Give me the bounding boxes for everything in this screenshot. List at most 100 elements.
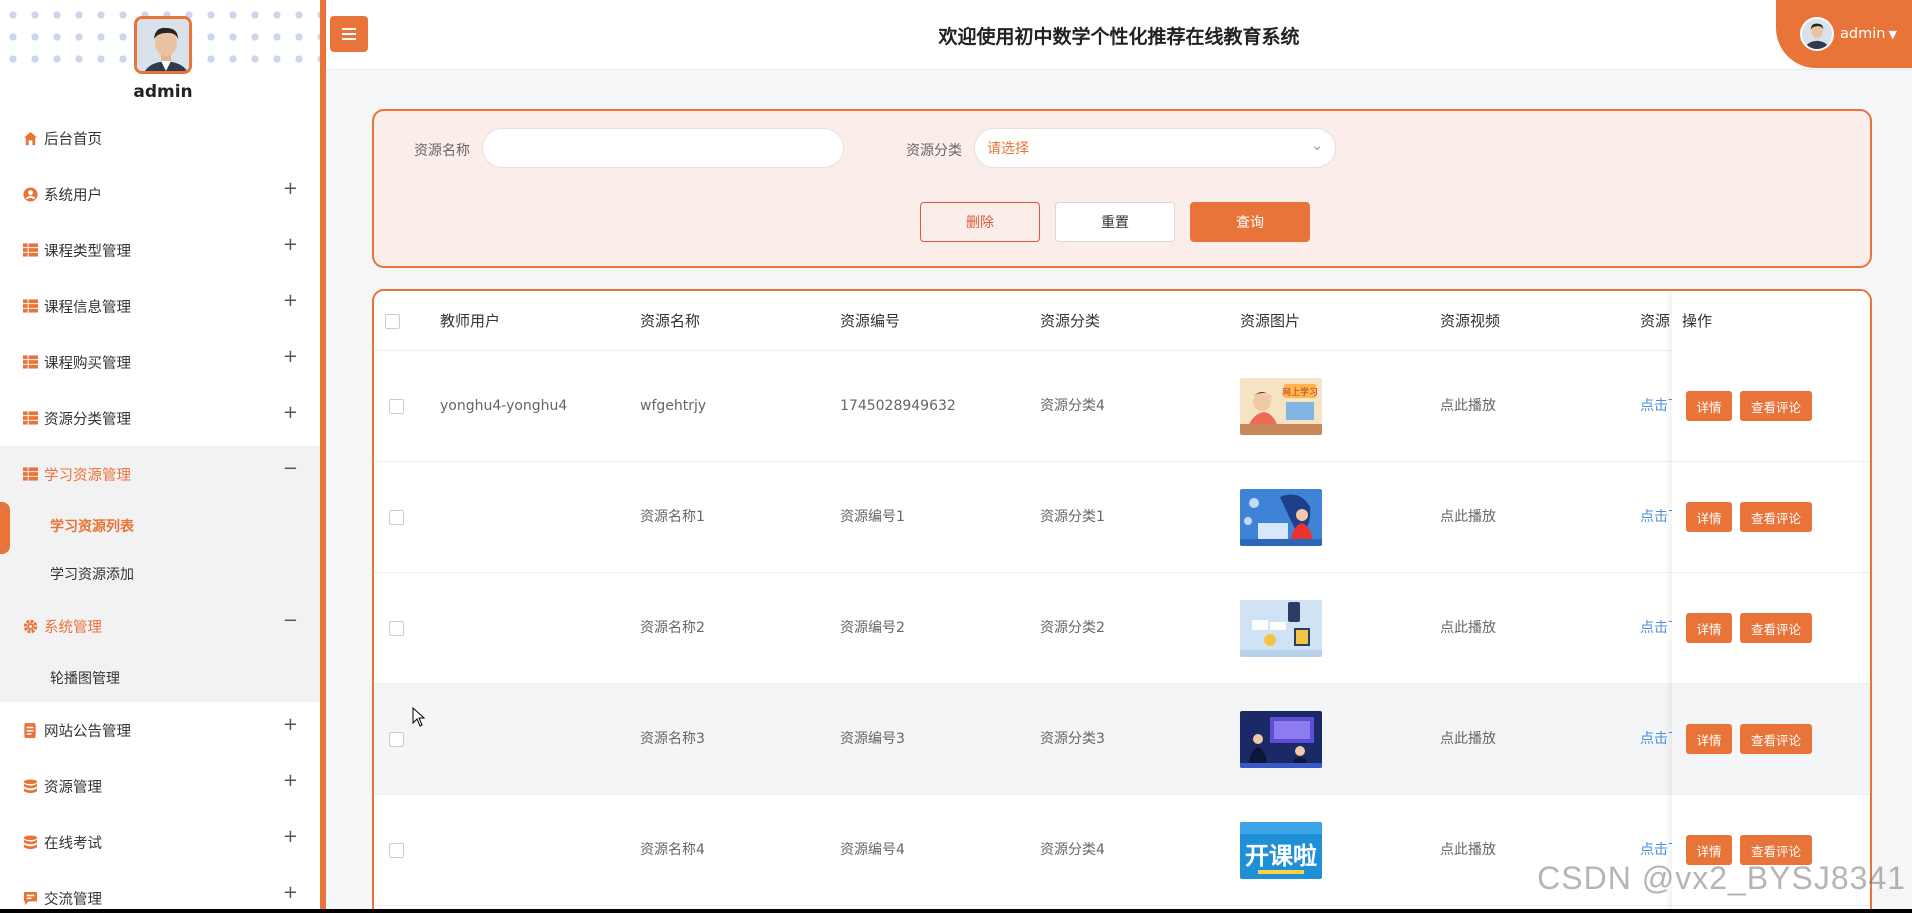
resource-thumbnail[interactable] bbox=[1240, 600, 1322, 657]
cell-code: 资源编号3 bbox=[840, 731, 905, 747]
sidebar-item-label: 系统用户 bbox=[44, 187, 102, 204]
home-icon bbox=[22, 130, 38, 146]
video-play-link[interactable]: 点此播放 bbox=[1440, 684, 1630, 795]
video-play-link[interactable]: 点此播放 bbox=[1440, 573, 1630, 684]
sidebar-item-label: 交流管理 bbox=[44, 891, 102, 908]
sidebar-item-online-exam[interactable]: 在线考试 + bbox=[0, 814, 320, 870]
chevron-down-icon: ⌄ bbox=[1311, 138, 1323, 154]
cell-name: wfgehtrjy bbox=[640, 398, 707, 414]
row-checkbox[interactable] bbox=[389, 621, 404, 636]
sidebar-item-course-types[interactable]: 课程类型管理 + bbox=[0, 222, 320, 278]
sidebar-item-system-management[interactable]: 系统管理 − bbox=[0, 598, 320, 654]
grid-icon bbox=[22, 466, 38, 482]
grid-icon bbox=[22, 410, 38, 426]
expand-icon: + bbox=[282, 178, 298, 199]
app-window: admin 后台首页 系统用户 + 课程类型管理 + 课程信息管理 + 课程购买… bbox=[0, 0, 1912, 909]
sidebar-item-label: 课程购买管理 bbox=[44, 355, 131, 372]
resource-thumbnail[interactable]: 开课啦 bbox=[1240, 822, 1322, 879]
sidebar-subitem-carousel[interactable]: 轮播图管理 bbox=[0, 654, 320, 702]
download-link[interactable]: 点击下载 bbox=[1640, 573, 1672, 684]
sidebar-item-course-info[interactable]: 课程信息管理 + bbox=[0, 278, 320, 334]
download-link[interactable]: 点击下载 bbox=[1640, 351, 1672, 462]
sidebar-item-system-users[interactable]: 系统用户 + bbox=[0, 166, 320, 222]
expand-icon: + bbox=[282, 234, 298, 255]
resource-category-label: 资源分类 bbox=[906, 143, 962, 159]
view-comments-button[interactable]: 查看评论 bbox=[1740, 724, 1812, 754]
cell-code: 资源编号4 bbox=[840, 842, 905, 858]
sidebar-item-resource-categories[interactable]: 资源分类管理 + bbox=[0, 390, 320, 446]
download-link[interactable]: 点击下载 bbox=[1640, 684, 1672, 795]
sidebar-item-announcements[interactable]: 网站公告管理 + bbox=[0, 702, 320, 758]
sidebar-item-home[interactable]: 后台首页 bbox=[0, 110, 320, 166]
grid-icon bbox=[22, 354, 38, 370]
user-menu[interactable]: admin ▼ bbox=[1776, 0, 1912, 68]
column-header: 资源视频 bbox=[1440, 312, 1501, 330]
resource-thumbnail[interactable]: 网上学习 bbox=[1240, 378, 1322, 435]
sidebar-item-label: 课程信息管理 bbox=[44, 299, 131, 316]
sidebar-item-communication[interactable]: 交流管理 + bbox=[0, 870, 320, 909]
view-comments-button[interactable]: 查看评论 bbox=[1740, 391, 1812, 421]
database-icon bbox=[22, 778, 38, 794]
detail-button[interactable]: 详情 bbox=[1686, 724, 1732, 754]
column-header: 资源分类 bbox=[1040, 312, 1101, 330]
avatar[interactable] bbox=[134, 16, 192, 74]
column-header: 资源图片 bbox=[1240, 312, 1301, 330]
query-button[interactable]: 查询 bbox=[1190, 202, 1310, 242]
topbar: 欢迎使用初中数学个性化推荐在线教育系统 admin ▼ bbox=[326, 0, 1912, 70]
sidebar-item-learning-resources[interactable]: 学习资源管理 − bbox=[0, 446, 320, 502]
database-icon bbox=[22, 834, 38, 850]
expand-icon: + bbox=[282, 346, 298, 367]
sidebar-item-label: 后台首页 bbox=[44, 131, 102, 148]
sidebar-item-label: 课程类型管理 bbox=[44, 243, 131, 260]
column-header: 资源编号 bbox=[840, 312, 901, 330]
delete-button[interactable]: 删除 bbox=[920, 202, 1040, 242]
search-panel: 资源名称 资源分类 请选择 ⌄ 删除 重置 查询 bbox=[372, 109, 1872, 268]
operation-cell: 详情 查看评论 bbox=[1672, 573, 1870, 684]
row-checkbox[interactable] bbox=[389, 843, 404, 858]
select-all-checkbox[interactable] bbox=[385, 314, 400, 329]
grid-icon bbox=[22, 298, 38, 314]
column-header: 资源名称 bbox=[640, 312, 701, 330]
page-title: 欢迎使用初中数学个性化推荐在线教育系统 bbox=[938, 26, 1300, 48]
collapse-icon: − bbox=[282, 610, 298, 631]
sidebar-item-label: 资源分类管理 bbox=[44, 411, 131, 428]
table-row: 资源名称1 资源编号1 资源分类1 点此播放 点击下载 bbox=[374, 462, 1870, 573]
detail-button[interactable]: 详情 bbox=[1686, 391, 1732, 421]
video-play-link[interactable]: 点此播放 bbox=[1440, 351, 1630, 462]
expand-icon: + bbox=[282, 882, 298, 903]
select-placeholder: 请选择 bbox=[987, 141, 1029, 157]
reset-button[interactable]: 重置 bbox=[1055, 202, 1175, 242]
download-link[interactable]: 点击下载 bbox=[1640, 462, 1672, 573]
view-comments-button[interactable]: 查看评论 bbox=[1740, 502, 1812, 532]
view-comments-button[interactable]: 查看评论 bbox=[1740, 613, 1812, 643]
row-checkbox[interactable] bbox=[389, 510, 404, 525]
detail-button[interactable]: 详情 bbox=[1686, 613, 1732, 643]
sidebar-item-label: 学习资源管理 bbox=[44, 467, 131, 484]
resource-category-select[interactable]: 请选择 ⌄ bbox=[974, 128, 1336, 168]
watermark: CSDN @vx2_BYSJ8341 bbox=[1537, 860, 1906, 896]
sidebar-subitem-resource-add[interactable]: 学习资源添加 bbox=[0, 550, 320, 598]
resource-thumbnail[interactable] bbox=[1240, 489, 1322, 546]
sidebar-item-resource-management[interactable]: 资源管理 + bbox=[0, 758, 320, 814]
table-header: 教师用户 资源名称 资源编号 资源分类 资源图片 资源视频 资源 bbox=[374, 291, 1870, 351]
user-circle-icon bbox=[22, 186, 38, 202]
notice-icon bbox=[22, 722, 38, 738]
cell-category: 资源分类2 bbox=[1040, 620, 1105, 636]
row-checkbox[interactable] bbox=[389, 732, 404, 747]
cell-category: 资源分类4 bbox=[1040, 398, 1105, 414]
row-checkbox[interactable] bbox=[389, 399, 404, 414]
sidebar-item-course-purchase[interactable]: 课程购买管理 + bbox=[0, 334, 320, 390]
cell-teacher bbox=[440, 684, 630, 795]
resource-thumbnail[interactable] bbox=[1240, 711, 1322, 768]
chevron-down-icon: ▼ bbox=[1888, 27, 1897, 41]
chat-icon bbox=[22, 890, 38, 906]
detail-button[interactable]: 详情 bbox=[1686, 502, 1732, 532]
sidebar-subitem-resource-list[interactable]: 学习资源列表 bbox=[0, 502, 320, 554]
expand-icon: + bbox=[282, 826, 298, 847]
video-play-link[interactable]: 点此播放 bbox=[1440, 462, 1630, 573]
cell-category: 资源分类4 bbox=[1040, 842, 1105, 858]
resource-name-input[interactable] bbox=[482, 128, 844, 168]
sidebar-username: admin bbox=[133, 82, 193, 102]
expand-icon: + bbox=[282, 402, 298, 423]
cell-code: 1745028949632 bbox=[840, 398, 956, 414]
